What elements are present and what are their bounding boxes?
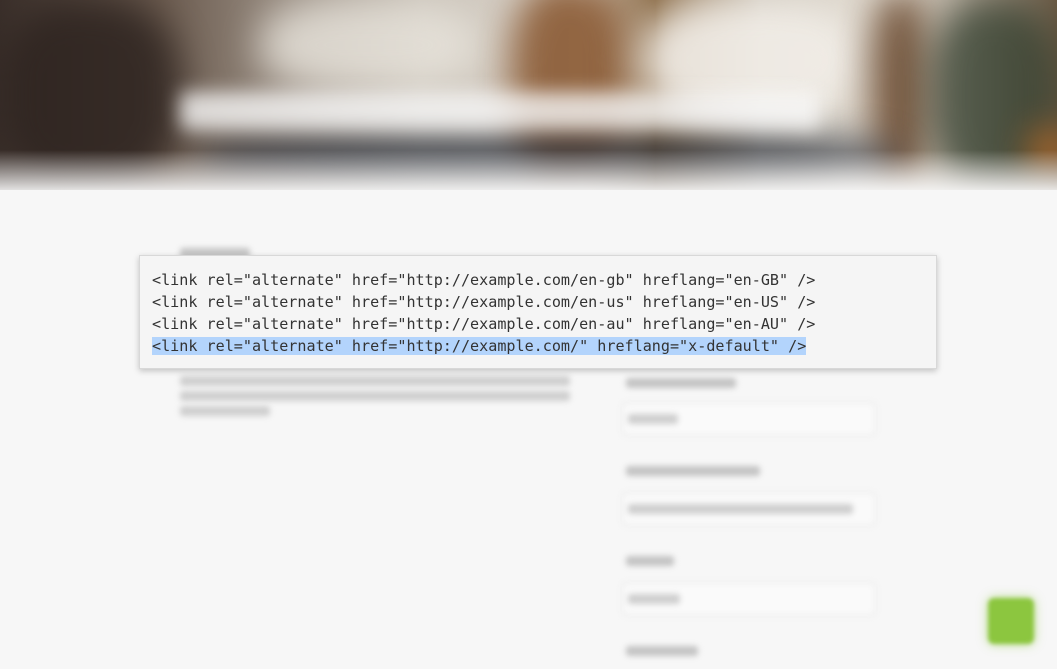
blurred-paragraph-line (180, 376, 570, 386)
blurred-field-value (628, 504, 853, 514)
blurred-paragraph-line (180, 406, 270, 416)
code-line-text: <link rel="alternate" href="http://examp… (152, 315, 816, 333)
blurred-field-label (626, 646, 698, 656)
hero-banner (0, 0, 1057, 190)
hero-fade (0, 150, 1057, 190)
code-line-selected[interactable]: <link rel="alternate" href="http://examp… (152, 335, 924, 357)
code-line-text: <link rel="alternate" href="http://examp… (152, 337, 807, 355)
floating-action-button[interactable] (988, 598, 1034, 644)
code-line[interactable]: <link rel="alternate" href="http://examp… (152, 269, 924, 291)
code-line-text: <link rel="alternate" href="http://examp… (152, 271, 816, 289)
blurred-paragraph-line (180, 391, 570, 401)
blurred-field-label (626, 378, 736, 388)
hero-title-blurred (180, 92, 820, 130)
hero-blur-shape (260, 0, 480, 90)
blurred-field-value (628, 594, 680, 604)
code-line[interactable]: <link rel="alternate" href="http://examp… (152, 313, 924, 335)
blurred-field-label (626, 466, 760, 476)
code-line-text: <link rel="alternate" href="http://examp… (152, 293, 816, 311)
blurred-field-label (626, 556, 674, 566)
code-snippet-panel[interactable]: <link rel="alternate" href="http://examp… (139, 255, 937, 369)
blurred-field-value (628, 414, 678, 424)
code-line[interactable]: <link rel="alternate" href="http://examp… (152, 291, 924, 313)
